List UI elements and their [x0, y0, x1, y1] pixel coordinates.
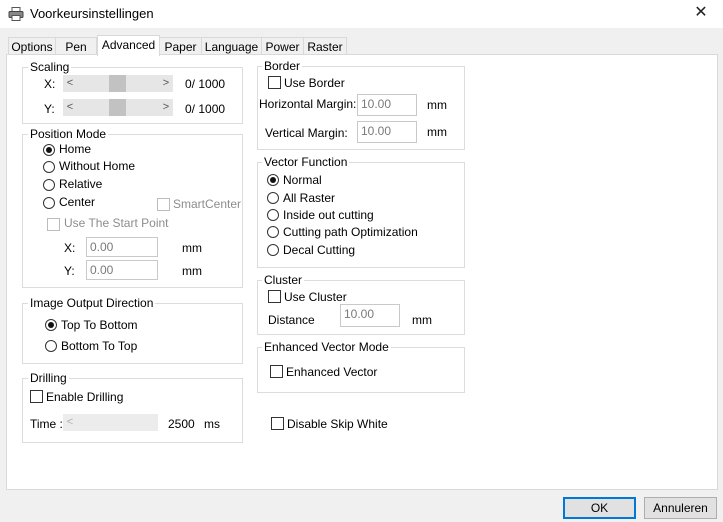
radio-inside-out[interactable]: [267, 209, 279, 221]
drilling-time-value: 2500: [168, 417, 195, 431]
label-top-to-bottom: Top To Bottom: [61, 318, 138, 332]
label-center: Center: [59, 195, 96, 209]
enhanced-vector-checkbox[interactable]: [270, 365, 283, 378]
label-home: Home: [59, 142, 92, 156]
scaling-y-slider[interactable]: < >: [63, 99, 173, 116]
use-cluster-checkbox[interactable]: [268, 290, 281, 303]
label-bottom-to-top: Bottom To Top: [61, 339, 138, 353]
label-use-cluster: Use Cluster: [284, 290, 347, 304]
radio-center[interactable]: [43, 197, 55, 209]
use-border-checkbox[interactable]: [268, 76, 281, 89]
label-without-home: Without Home: [59, 159, 136, 173]
radio-decal-cutting[interactable]: [267, 244, 279, 256]
radio-bottom-to-top[interactable]: [45, 340, 57, 352]
drilling-time-label: Time :: [30, 417, 63, 431]
scaling-y-label: Y:: [44, 102, 55, 116]
radio-normal[interactable]: [267, 174, 279, 186]
label-cutting-path: Cutting path Optimization: [283, 225, 418, 239]
horizontal-margin-label: Horizontal Margin:: [259, 97, 357, 111]
label-normal: Normal: [283, 173, 322, 187]
scaling-x-value: 0/ 1000: [185, 77, 226, 91]
position-x-input[interactable]: 0.00: [86, 237, 158, 257]
radio-relative[interactable]: [43, 179, 55, 191]
radio-home[interactable]: [43, 144, 55, 156]
scaling-x-slider[interactable]: < >: [63, 75, 173, 92]
enhanced-vector-mode-title: Enhanced Vector Mode: [262, 340, 391, 354]
chevron-left-icon[interactable]: <: [63, 99, 77, 116]
position-y-unit: mm: [182, 264, 202, 278]
drilling-title: Drilling: [28, 371, 69, 385]
drilling-time-slider[interactable]: <: [63, 414, 158, 431]
radio-all-raster[interactable]: [267, 192, 279, 204]
position-x-label: X:: [64, 241, 76, 255]
scaling-title: Scaling: [28, 60, 72, 74]
cluster-distance-label: Distance: [268, 313, 315, 327]
label-disable-skip-white: Disable Skip White: [287, 417, 388, 431]
cluster-title: Cluster: [262, 273, 305, 287]
disable-skip-white-checkbox[interactable]: [271, 417, 284, 430]
scaling-y-value: 0/ 1000: [185, 102, 226, 116]
label-relative: Relative: [59, 177, 103, 191]
drilling-group: [22, 378, 243, 443]
chevron-left-icon[interactable]: <: [63, 75, 77, 92]
use-start-point-checkbox[interactable]: [47, 218, 60, 231]
label-enable-drilling: Enable Drilling: [46, 390, 124, 404]
vertical-margin-input[interactable]: 10.00: [357, 121, 417, 143]
label-use-border: Use Border: [284, 76, 345, 90]
enable-drilling-checkbox[interactable]: [30, 390, 43, 403]
printer-icon: [8, 7, 24, 21]
vertical-margin-label: Vertical Margin:: [265, 126, 348, 140]
smartcenter-checkbox[interactable]: [157, 198, 170, 211]
window-title: Voorkeursinstellingen: [30, 6, 154, 21]
drilling-time-unit: ms: [204, 417, 220, 431]
image-output-title: Image Output Direction: [28, 296, 156, 310]
slider-thumb[interactable]: [109, 75, 126, 92]
label-inside-out: Inside out cutting: [283, 208, 374, 222]
cancel-button[interactable]: Annuleren: [644, 497, 717, 519]
cluster-distance-unit: mm: [412, 313, 432, 327]
chevron-right-icon[interactable]: >: [159, 75, 173, 92]
position-x-unit: mm: [182, 241, 202, 255]
position-mode-title: Position Mode: [28, 127, 109, 141]
label-decal-cutting: Decal Cutting: [283, 243, 356, 257]
image-output-group: [22, 303, 243, 364]
label-use-start-point: Use The Start Point: [64, 216, 169, 230]
label-enhanced-vector: Enhanced Vector: [286, 365, 378, 379]
cluster-distance-input[interactable]: 10.00: [340, 304, 400, 327]
chevron-right-icon[interactable]: >: [159, 99, 173, 116]
vertical-margin-unit: mm: [427, 125, 447, 139]
position-y-label: Y:: [64, 264, 75, 278]
tab-advanced[interactable]: Advanced: [97, 35, 160, 56]
horizontal-margin-unit: mm: [427, 98, 447, 112]
close-icon[interactable]: ✕: [690, 3, 712, 23]
label-smartcenter: SmartCenter: [173, 197, 242, 211]
slider-thumb[interactable]: [109, 99, 126, 116]
horizontal-margin-input[interactable]: 10.00: [357, 94, 417, 116]
vector-function-title: Vector Function: [262, 155, 350, 169]
position-y-input[interactable]: 0.00: [86, 260, 158, 280]
radio-without-home[interactable]: [43, 161, 55, 173]
label-all-raster: All Raster: [283, 191, 336, 205]
radio-top-to-bottom[interactable]: [45, 319, 57, 331]
ok-button[interactable]: OK: [563, 497, 636, 519]
border-title: Border: [262, 59, 303, 73]
radio-cutting-path[interactable]: [267, 226, 279, 238]
chevron-left-icon[interactable]: <: [63, 414, 77, 431]
scaling-x-label: X:: [44, 77, 56, 91]
